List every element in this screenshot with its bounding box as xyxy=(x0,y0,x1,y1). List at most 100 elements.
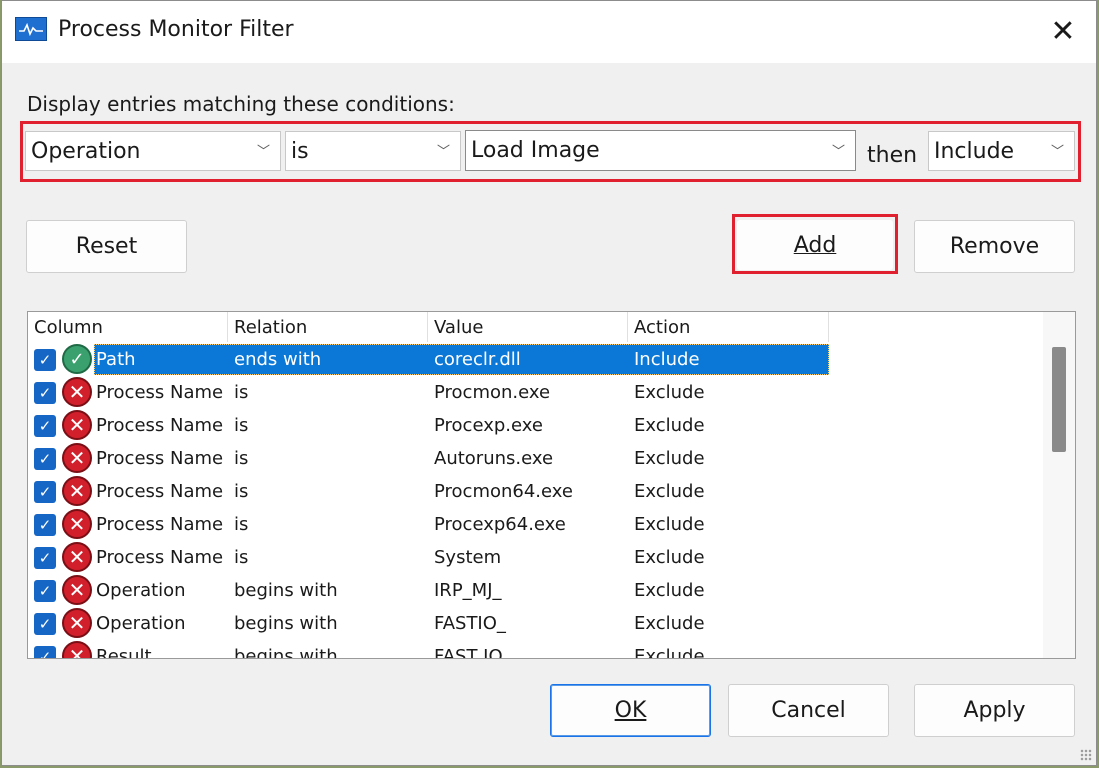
filter-dialog: Process Monitor Filter ✕ Display entries… xyxy=(1,0,1097,766)
chevron-down-icon: ﹀ xyxy=(831,144,845,160)
row-column: Result xyxy=(96,646,152,659)
exclude-x-icon: ✕ xyxy=(62,377,92,407)
chevron-down-icon: ﹀ xyxy=(256,144,270,160)
checkbox-checked-icon[interactable]: ✓ xyxy=(34,580,56,602)
checkbox-checked-icon[interactable]: ✓ xyxy=(34,613,56,635)
table-row[interactable]: ✓ ✕ Operation begins with FASTIO_ Exclud… xyxy=(28,607,1044,640)
list-header: Column Relation Value Action xyxy=(28,312,1044,342)
row-relation: is xyxy=(234,448,249,469)
row-action: Exclude xyxy=(634,481,705,502)
conditions-label: Display entries matching these condition… xyxy=(27,92,455,116)
row-column: Process Name xyxy=(96,547,224,568)
row-relation: is xyxy=(234,415,249,436)
apply-button[interactable]: Apply xyxy=(914,684,1075,737)
row-column: Path xyxy=(96,349,136,370)
row-column: Process Name xyxy=(96,382,224,403)
exclude-x-icon: ✕ xyxy=(62,542,92,572)
table-row[interactable]: ✓ ✕ Process Name is Procexp.exe Exclude xyxy=(28,409,1044,442)
remove-button[interactable]: Remove xyxy=(914,220,1075,273)
checkbox-checked-icon[interactable]: ✓ xyxy=(34,481,56,503)
table-row[interactable]: ✓ ✕ Operation begins with IRP_MJ_ Exclud… xyxy=(28,574,1044,607)
row-column: Operation xyxy=(96,580,186,601)
column-header-value[interactable]: Value xyxy=(428,312,628,342)
row-value: Procmon.exe xyxy=(434,382,551,403)
row-column: Process Name xyxy=(96,514,224,535)
action-select-value: Include xyxy=(934,138,1015,164)
checkbox-checked-icon[interactable]: ✓ xyxy=(34,547,56,569)
column-select[interactable]: Operation ﹀ xyxy=(25,131,281,171)
checkbox-checked-icon[interactable]: ✓ xyxy=(34,646,56,658)
row-value: Procexp64.exe xyxy=(434,514,566,535)
resize-grip[interactable] xyxy=(1080,749,1092,761)
row-value: Procexp.exe xyxy=(434,415,543,436)
row-value: Procmon64.exe xyxy=(434,481,573,502)
row-column: Process Name xyxy=(96,448,224,469)
exclude-x-icon: ✕ xyxy=(62,641,92,658)
value-select[interactable]: Load Image ﹀ xyxy=(465,130,856,171)
title-bar: Process Monitor Filter ✕ xyxy=(2,1,1096,63)
close-button[interactable]: ✕ xyxy=(1030,1,1096,61)
relation-select-value: is xyxy=(291,138,309,164)
exclude-x-icon: ✕ xyxy=(62,443,92,473)
reset-button-label: Reset xyxy=(75,234,138,259)
reset-button[interactable]: Reset xyxy=(26,220,187,273)
exclude-x-icon: ✕ xyxy=(62,608,92,638)
row-relation: is xyxy=(234,382,249,403)
table-row[interactable]: ✓ ✕ Process Name is Procmon64.exe Exclud… xyxy=(28,475,1044,508)
checkbox-checked-icon[interactable]: ✓ xyxy=(34,415,56,437)
row-action: Exclude xyxy=(634,547,705,568)
chevron-down-icon: ﹀ xyxy=(1050,144,1064,160)
include-check-icon: ✓ xyxy=(62,344,92,374)
close-icon: ✕ xyxy=(1050,13,1076,49)
row-value: coreclr.dll xyxy=(434,349,521,370)
action-select[interactable]: Include ﹀ xyxy=(928,131,1075,171)
column-header-action[interactable]: Action xyxy=(628,312,829,342)
filter-list[interactable]: Column Relation Value Action ✓ ✓ Path en… xyxy=(27,311,1076,659)
checkbox-checked-icon[interactable]: ✓ xyxy=(34,448,56,470)
row-column: Process Name xyxy=(96,481,224,502)
remove-button-label: Remove xyxy=(949,234,1040,259)
table-row[interactable]: ✓ ✓ Path ends with coreclr.dll Include xyxy=(28,343,1044,376)
row-action: Exclude xyxy=(634,646,705,659)
row-action: Exclude xyxy=(634,415,705,436)
value-select-value: Load Image xyxy=(471,138,600,163)
exclude-x-icon: ✕ xyxy=(62,476,92,506)
row-relation: is xyxy=(234,514,249,535)
row-relation: ends with xyxy=(234,349,322,370)
ok-button[interactable]: OK xyxy=(550,684,711,737)
checkbox-checked-icon[interactable]: ✓ xyxy=(34,514,56,536)
chevron-down-icon: ﹀ xyxy=(436,144,450,160)
table-row[interactable]: ✓ ✕ Result begins with FAST IO Exclude xyxy=(28,640,1044,659)
row-action: Exclude xyxy=(634,580,705,601)
row-action: Exclude xyxy=(634,613,705,634)
row-value: FASTIO_ xyxy=(434,613,506,634)
apply-button-label: Apply xyxy=(963,698,1026,723)
add-button[interactable]: Add xyxy=(737,220,893,270)
cancel-button-label: Cancel xyxy=(771,698,846,723)
relation-select[interactable]: is ﹀ xyxy=(285,131,461,171)
cancel-button[interactable]: Cancel xyxy=(728,684,889,737)
row-relation: begins with xyxy=(234,580,338,601)
vertical-scrollbar[interactable] xyxy=(1043,312,1075,658)
row-relation: is xyxy=(234,547,249,568)
checkbox-checked-icon[interactable]: ✓ xyxy=(34,382,56,404)
column-header-relation[interactable]: Relation xyxy=(228,312,428,342)
scrollbar-thumb[interactable] xyxy=(1052,347,1066,452)
row-action: Exclude xyxy=(634,382,705,403)
row-relation: begins with xyxy=(234,613,338,634)
checkbox-checked-icon[interactable]: ✓ xyxy=(34,349,56,371)
table-row[interactable]: ✓ ✕ Process Name is Autoruns.exe Exclude xyxy=(28,442,1044,475)
row-relation: is xyxy=(234,481,249,502)
row-value: IRP_MJ_ xyxy=(434,580,502,601)
row-column: Operation xyxy=(96,613,186,634)
add-button-label: Add xyxy=(793,232,837,258)
row-value: System xyxy=(434,547,502,568)
column-select-value: Operation xyxy=(31,138,141,164)
column-header-column[interactable]: Column xyxy=(28,312,228,342)
table-row[interactable]: ✓ ✕ Process Name is System Exclude xyxy=(28,541,1044,574)
table-row[interactable]: ✓ ✕ Process Name is Procmon.exe Exclude xyxy=(28,376,1044,409)
row-column: Process Name xyxy=(96,415,224,436)
window-title: Process Monitor Filter xyxy=(58,17,294,42)
row-relation: begins with xyxy=(234,646,338,659)
table-row[interactable]: ✓ ✕ Process Name is Procexp64.exe Exclud… xyxy=(28,508,1044,541)
